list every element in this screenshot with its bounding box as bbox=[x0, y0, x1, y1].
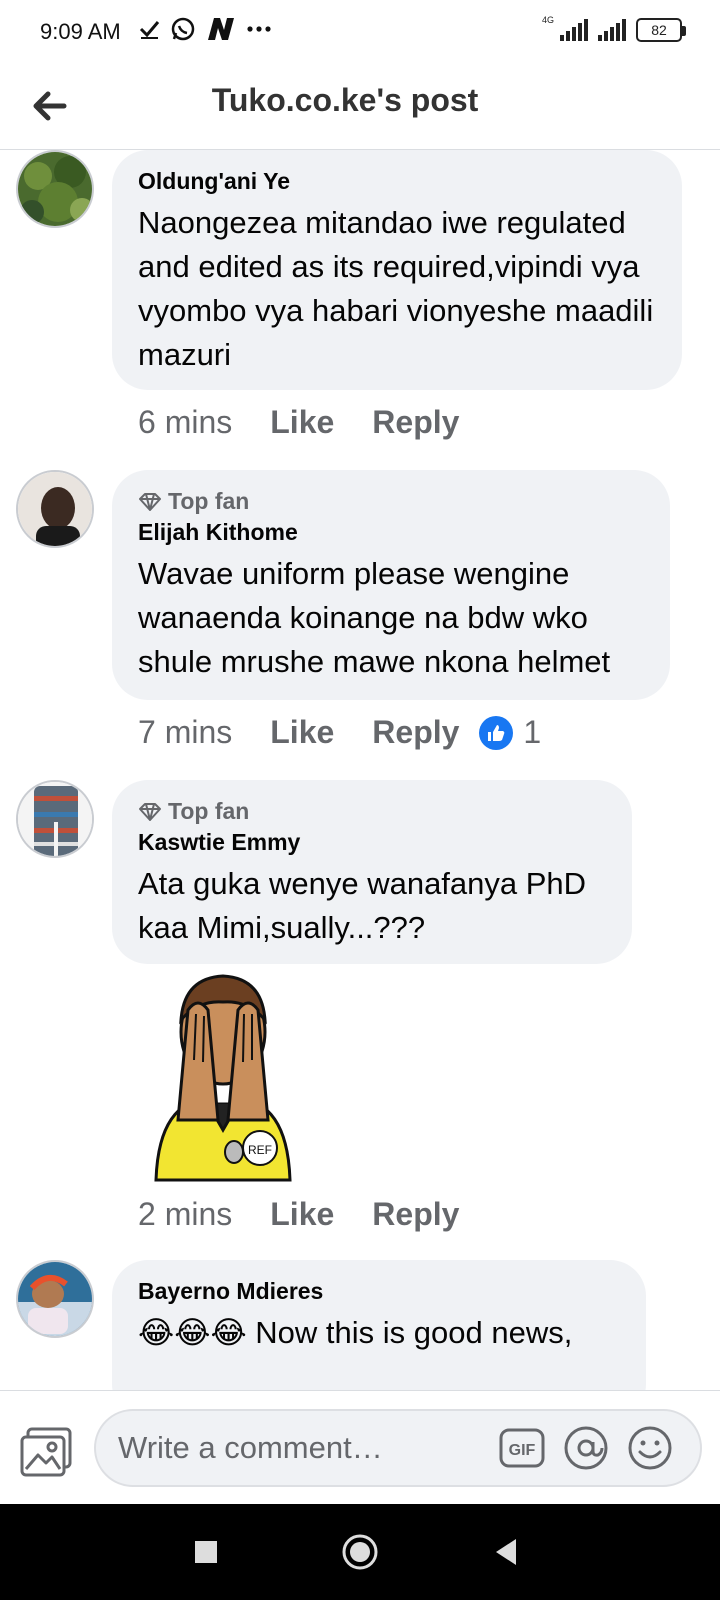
check-icon bbox=[139, 21, 160, 39]
comment-bubble[interactable]: Bayerno Mdieres 😂😂😂 Now this is good new… bbox=[112, 1260, 646, 1390]
system-nav-bar bbox=[0, 1504, 720, 1600]
circle-icon bbox=[342, 1534, 378, 1570]
laughing-emoji-icon: 😂😂😂 bbox=[138, 1315, 247, 1350]
avatar-image bbox=[18, 1262, 92, 1336]
status-time: 9:09 AM bbox=[40, 19, 121, 44]
face-palm-sticker-icon: REF bbox=[154, 974, 292, 1182]
back-nav-button[interactable] bbox=[480, 1526, 532, 1578]
gallery-icon bbox=[20, 1427, 72, 1477]
comment-author[interactable]: Bayerno Mdieres bbox=[138, 1278, 620, 1305]
like-button[interactable]: Like bbox=[270, 714, 334, 751]
recents-button[interactable] bbox=[180, 1526, 232, 1578]
more-dots-icon bbox=[247, 26, 271, 32]
avatar-image bbox=[18, 782, 92, 856]
reply-button[interactable]: Reply bbox=[372, 1196, 459, 1233]
comment-text-content: Now this is good news, bbox=[246, 1315, 573, 1350]
header: Tuko.co.ke's post bbox=[0, 68, 720, 150]
sticker-badge-text: REF bbox=[248, 1143, 272, 1157]
comment-time[interactable]: 6 mins bbox=[138, 404, 232, 441]
avatar[interactable] bbox=[16, 1260, 94, 1338]
emoji-button[interactable] bbox=[626, 1424, 674, 1472]
comment-actions: 6 mins Like Reply bbox=[138, 404, 497, 441]
gif-label: GIF bbox=[509, 1442, 536, 1459]
comment-text: Wavae uniform please wengine wanaenda ko… bbox=[138, 556, 611, 679]
comment-bubble[interactable]: Oldung'ani Ye Naongezea mitandao iwe reg… bbox=[112, 150, 682, 390]
page-title: Tuko.co.ke's post bbox=[211, 82, 479, 118]
diamond-icon bbox=[139, 492, 161, 511]
comment-actions: 7 mins Like Reply 1 bbox=[138, 714, 541, 751]
comment-text: 😂😂😂 Now this is good news, bbox=[138, 1311, 620, 1355]
comment-author[interactable]: Elijah Kithome bbox=[138, 519, 644, 546]
at-icon bbox=[564, 1426, 608, 1470]
gif-icon: GIF bbox=[499, 1428, 545, 1468]
network-type-label: 4G bbox=[541, 15, 554, 25]
like-reaction-icon bbox=[479, 715, 514, 750]
comment-input-box[interactable]: GIF bbox=[94, 1409, 702, 1487]
sticker-image[interactable]: REF bbox=[148, 970, 298, 1190]
top-fan-label: Top fan bbox=[168, 488, 250, 514]
avatar[interactable] bbox=[16, 470, 94, 548]
battery-icon: 82 bbox=[636, 18, 686, 42]
avatar[interactable] bbox=[16, 150, 94, 228]
signal-icon bbox=[560, 19, 588, 41]
like-button[interactable]: Like bbox=[270, 1196, 334, 1233]
photo-button[interactable] bbox=[20, 1427, 74, 1477]
reaction-count: 1 bbox=[523, 714, 542, 750]
avatar[interactable] bbox=[16, 780, 94, 858]
top-fan-label: Top fan bbox=[168, 798, 250, 824]
comment-composer: GIF bbox=[0, 1390, 720, 1504]
reply-button[interactable]: Reply bbox=[372, 714, 459, 751]
n-app-icon bbox=[208, 18, 234, 40]
comment-list[interactable]: Oldung'ani Ye Naongezea mitandao iwe reg… bbox=[0, 150, 720, 1390]
like-button[interactable]: Like bbox=[270, 404, 334, 441]
comment-bubble[interactable]: Top fan Kaswtie Emmy Ata guka wenye wana… bbox=[112, 780, 632, 964]
comment-author[interactable]: Oldung'ani Ye bbox=[138, 168, 656, 195]
status-system-icons: 4G 82 bbox=[541, 15, 686, 42]
comment-bubble[interactable]: Top fan Elijah Kithome Wavae uniform ple… bbox=[112, 470, 670, 700]
status-notification-icons bbox=[138, 16, 272, 42]
comment-input[interactable] bbox=[118, 1425, 478, 1471]
square-icon bbox=[195, 1541, 217, 1563]
avatar-image bbox=[18, 152, 92, 226]
gif-button[interactable]: GIF bbox=[498, 1424, 546, 1472]
triangle-back-icon bbox=[496, 1539, 516, 1565]
status-bar: 9:09 AM 4G 82 bbox=[0, 0, 720, 68]
reaction-summary[interactable]: 1 bbox=[479, 714, 541, 751]
comment-author[interactable]: Kaswtie Emmy bbox=[138, 829, 606, 856]
comment-time[interactable]: 2 mins bbox=[138, 1196, 232, 1233]
whatsapp-icon bbox=[171, 17, 195, 41]
diamond-icon bbox=[139, 802, 161, 821]
comment-text: Naongezea mitandao iwe regulated and edi… bbox=[138, 205, 654, 372]
comment-actions: 2 mins Like Reply bbox=[138, 1196, 497, 1233]
smiley-icon bbox=[628, 1426, 672, 1470]
reply-button[interactable]: Reply bbox=[372, 404, 459, 441]
comment-text: Ata guka wenye wanafanya PhD kaa Mimi,su… bbox=[138, 866, 587, 945]
signal-icon-2 bbox=[598, 19, 626, 41]
home-button[interactable] bbox=[334, 1526, 386, 1578]
comment-time[interactable]: 7 mins bbox=[138, 714, 232, 751]
top-fan-badge: Top fan bbox=[138, 798, 606, 825]
top-fan-badge: Top fan bbox=[138, 488, 644, 515]
avatar-image bbox=[18, 472, 92, 546]
mention-button[interactable] bbox=[562, 1424, 610, 1472]
